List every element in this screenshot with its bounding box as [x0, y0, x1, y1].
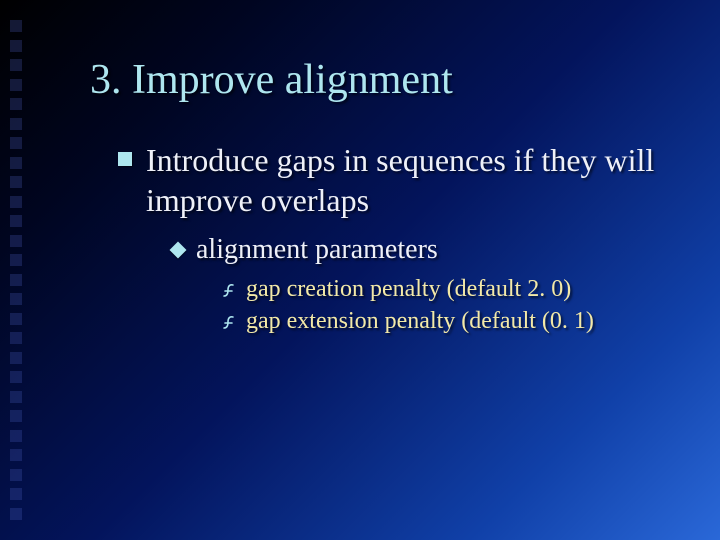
- lvl1-text: Introduce gaps in sequences if they will…: [146, 140, 680, 220]
- bullet-level-3: gap creation penalty (default 2. 0): [222, 276, 680, 304]
- script-f-bullet-icon: [222, 283, 236, 304]
- deco-square: [10, 352, 22, 364]
- deco-square: [10, 274, 22, 286]
- diamond-bullet-icon: [170, 242, 187, 259]
- deco-square: [10, 196, 22, 208]
- deco-square: [10, 40, 22, 52]
- deco-square: [10, 215, 22, 227]
- slide: 3. Improve alignment Introduce gaps in s…: [0, 0, 720, 540]
- deco-square: [10, 488, 22, 500]
- deco-square: [10, 59, 22, 71]
- deco-square: [10, 254, 22, 266]
- deco-square: [10, 469, 22, 481]
- lvl3a-text: gap creation penalty (default 2. 0): [246, 276, 571, 303]
- deco-square: [10, 391, 22, 403]
- deco-square: [10, 176, 22, 188]
- deco-square: [10, 157, 22, 169]
- square-bullet-icon: [118, 152, 132, 166]
- bullet-level-1: Introduce gaps in sequences if they will…: [118, 140, 680, 220]
- deco-square: [10, 449, 22, 461]
- slide-title: 3. Improve alignment: [90, 56, 680, 104]
- lvl2-text: alignment parameters: [196, 234, 438, 266]
- deco-square: [10, 332, 22, 344]
- deco-square: [10, 371, 22, 383]
- deco-square: [10, 20, 22, 32]
- bullet-level-2: alignment parameters: [172, 234, 680, 266]
- deco-square: [10, 118, 22, 130]
- script-f-bullet-icon: [222, 315, 236, 336]
- deco-square: [10, 430, 22, 442]
- deco-square: [10, 508, 22, 520]
- deco-square: [10, 313, 22, 325]
- deco-square: [10, 137, 22, 149]
- deco-square: [10, 98, 22, 110]
- deco-square: [10, 235, 22, 247]
- decorative-squares-column: [10, 20, 24, 520]
- deco-square: [10, 410, 22, 422]
- lvl3b-text: gap extension penalty (default (0. 1): [246, 308, 594, 335]
- deco-square: [10, 79, 22, 91]
- deco-square: [10, 293, 22, 305]
- bullet-level-3: gap extension penalty (default (0. 1): [222, 308, 680, 336]
- content-area: 3. Improve alignment Introduce gaps in s…: [90, 56, 680, 340]
